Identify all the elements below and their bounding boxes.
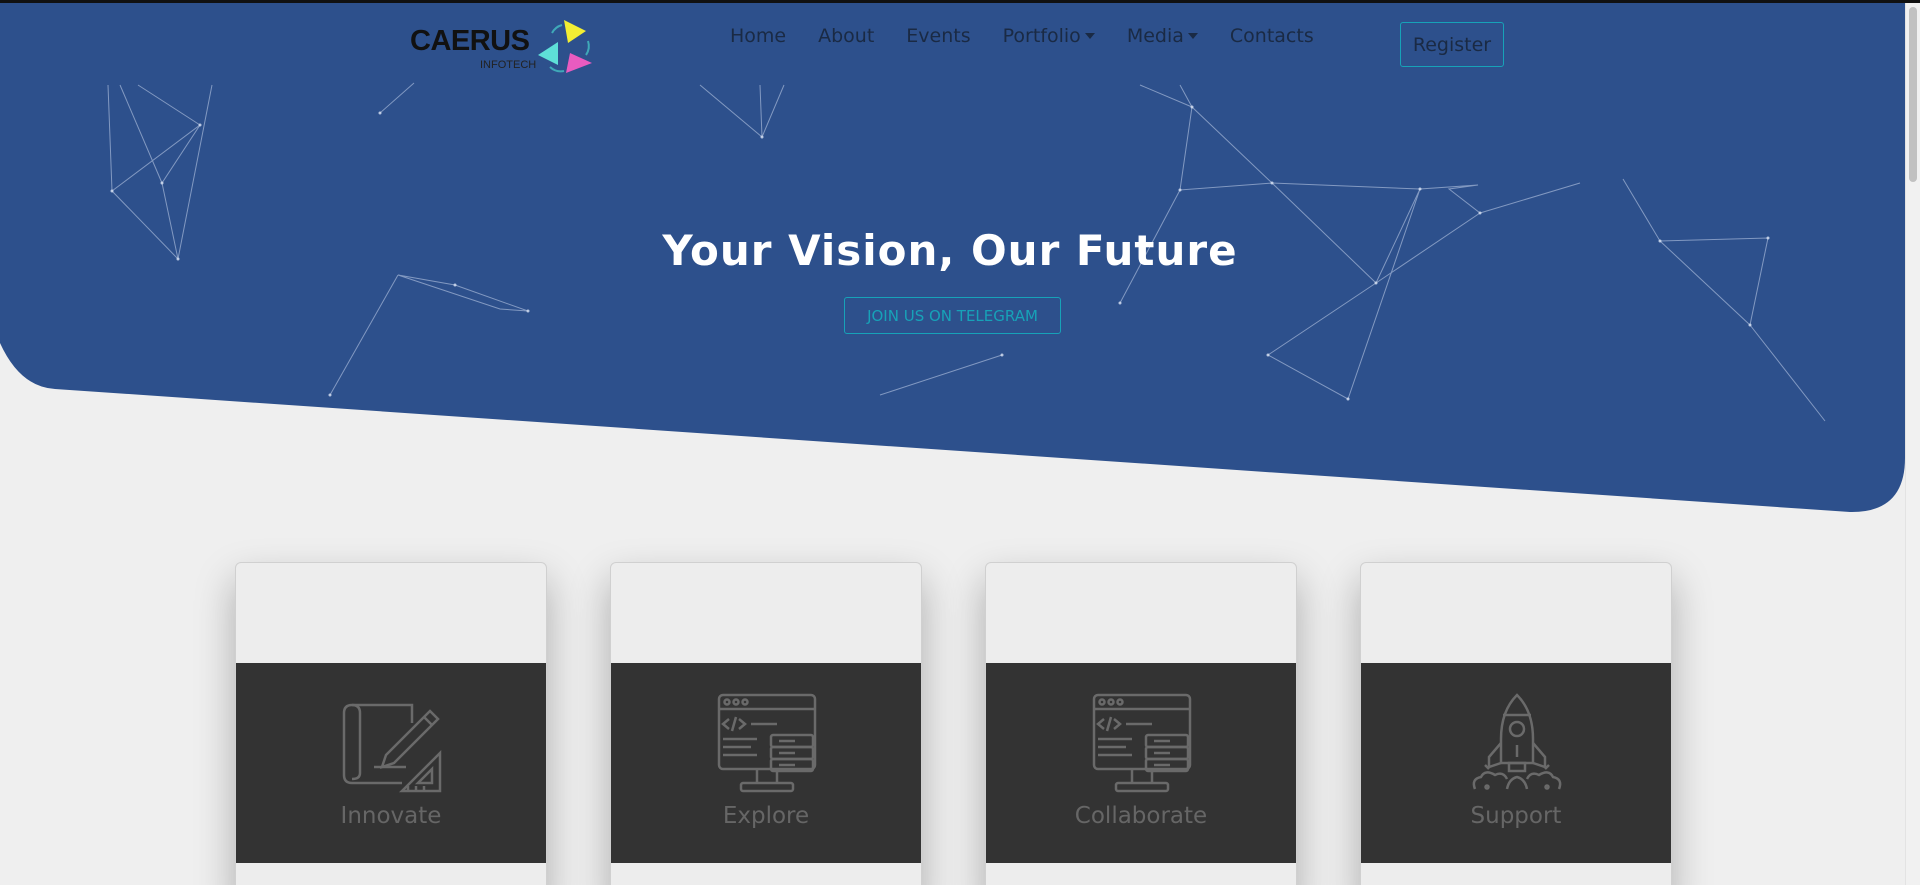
- nav-home[interactable]: Home: [730, 25, 786, 47]
- card-footer: [1361, 863, 1671, 885]
- nav-links: Home About Events Portfolio Media Contac…: [730, 25, 1346, 47]
- brand-subtitle: INFOTECH: [480, 59, 537, 71]
- register-button[interactable]: Register: [1400, 22, 1504, 67]
- top-navbar: CAERUS INFOTECH Home About Events Portfo…: [0, 3, 1905, 83]
- card-footer: [236, 863, 546, 885]
- card-label: Support: [1470, 803, 1562, 829]
- scrollbar-thumb[interactable]: [1909, 7, 1917, 182]
- vertical-scrollbar[interactable]: [1905, 3, 1920, 885]
- nav-about-label: About: [818, 25, 875, 47]
- card-footer: [986, 863, 1296, 885]
- nav-contacts-label: Contacts: [1229, 25, 1314, 47]
- code-monitor-icon: [1092, 693, 1192, 793]
- nav-portfolio-dropdown[interactable]: Portfolio: [1003, 25, 1095, 47]
- nav-home-label: Home: [730, 25, 787, 47]
- blueprint-pencil-icon: [342, 703, 442, 793]
- nav-portfolio-label: Portfolio: [1002, 25, 1081, 47]
- hero-title: Your Vision, Our Future: [662, 226, 1238, 275]
- card-label: Collaborate: [1074, 803, 1208, 829]
- feature-card-innovate[interactable]: Innovate: [235, 562, 547, 885]
- nav-contacts[interactable]: Contacts: [1230, 25, 1314, 47]
- brand-name: CAERUS: [410, 25, 530, 57]
- nav-events[interactable]: Events: [906, 25, 970, 47]
- card-label: Innovate: [340, 803, 442, 829]
- card-label: Explore: [722, 803, 810, 829]
- feature-card-explore[interactable]: Explore: [610, 562, 922, 885]
- page: CAERUS INFOTECH Home About Events Portfo…: [0, 0, 1920, 885]
- card-footer: [611, 863, 921, 885]
- join-telegram-button[interactable]: JOIN US ON TELEGRAM: [844, 297, 1061, 334]
- feature-card-collaborate[interactable]: Collaborate: [985, 562, 1297, 885]
- logo-triangles-icon: [538, 20, 592, 73]
- nav-media-dropdown[interactable]: Media: [1127, 25, 1198, 47]
- nav-media-label: Media: [1126, 25, 1184, 47]
- caret-down-icon: [1084, 33, 1095, 39]
- nav-about[interactable]: About: [818, 25, 874, 47]
- code-monitor-icon: [717, 693, 817, 793]
- brand-logo[interactable]: CAERUS INFOTECH: [410, 15, 592, 75]
- rocket-icon: [1472, 693, 1562, 790]
- nav-events-label: Events: [906, 25, 971, 47]
- caret-down-icon: [1187, 33, 1198, 39]
- feature-card-support[interactable]: Support: [1360, 562, 1672, 885]
